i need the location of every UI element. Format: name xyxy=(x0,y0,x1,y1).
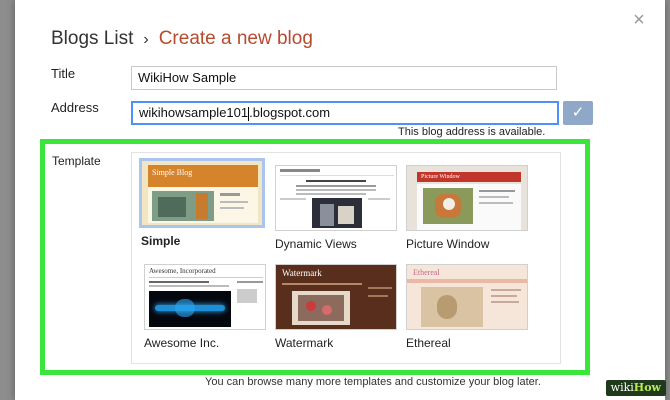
breadcrumb-blogs-list[interactable]: Blogs List xyxy=(51,28,133,49)
breadcrumb-separator: › xyxy=(143,31,149,48)
template-name: Awesome Inc. xyxy=(144,336,220,350)
close-icon[interactable]: × xyxy=(631,10,647,30)
template-name: Ethereal xyxy=(406,336,451,350)
template-picture-window[interactable]: Picture Window Picture Window xyxy=(406,165,528,251)
template-thumbnail: Watermark xyxy=(275,264,397,330)
wikihow-wiki: wiki xyxy=(610,381,634,394)
availability-message: This blog address is available. xyxy=(398,126,546,138)
template-thumbnail: Ethereal xyxy=(406,264,528,330)
page-title: Create a new blog xyxy=(158,28,313,49)
template-awesome-inc[interactable]: Awesome, Incorporated Awesome Inc. xyxy=(144,264,266,350)
thumb-title: Ethereal xyxy=(413,268,440,277)
template-thumbnail: Awesome, Incorporated xyxy=(144,264,266,330)
template-thumbnail xyxy=(275,165,397,231)
template-label: Template xyxy=(52,154,101,168)
wikihow-watermark: wikiHow xyxy=(605,380,666,396)
template-thumbnail: Picture Window xyxy=(406,165,528,231)
title-label: Title xyxy=(51,66,76,81)
template-ethereal[interactable]: Ethereal Ethereal xyxy=(406,264,528,350)
template-simple[interactable]: Simple Blog Simple xyxy=(139,158,265,248)
template-name: Dynamic Views xyxy=(275,237,357,251)
checkmark-icon: ✓ xyxy=(571,104,585,121)
wikihow-how: How xyxy=(633,381,661,394)
template-watermark[interactable]: Watermark Watermark xyxy=(275,264,397,350)
address-domain: .blogspot.com xyxy=(249,105,331,120)
title-input[interactable]: WikiHow Sample xyxy=(131,66,557,90)
breadcrumb: Blogs List › Create a new blog xyxy=(51,28,313,50)
template-name: Picture Window xyxy=(406,237,490,251)
template-dynamic-views[interactable]: Dynamic Views xyxy=(275,165,397,251)
template-name: Watermark xyxy=(275,336,334,350)
check-address-button[interactable]: ✓ xyxy=(563,101,593,125)
footer-hint: You can browse many more templates and c… xyxy=(205,376,541,388)
template-thumbnail: Simple Blog xyxy=(139,158,265,228)
thumb-title: Simple Blog xyxy=(152,168,193,177)
thumb-title: Picture Window xyxy=(421,174,460,180)
thumb-title: Awesome, Incorporated xyxy=(149,267,216,275)
address-value: wikihowsample101 xyxy=(139,105,249,120)
address-label: Address xyxy=(51,100,99,115)
address-input[interactable]: wikihowsample101.blogspot.com xyxy=(131,101,559,125)
thumb-title: Watermark xyxy=(282,268,322,278)
template-name: Simple xyxy=(141,234,181,248)
